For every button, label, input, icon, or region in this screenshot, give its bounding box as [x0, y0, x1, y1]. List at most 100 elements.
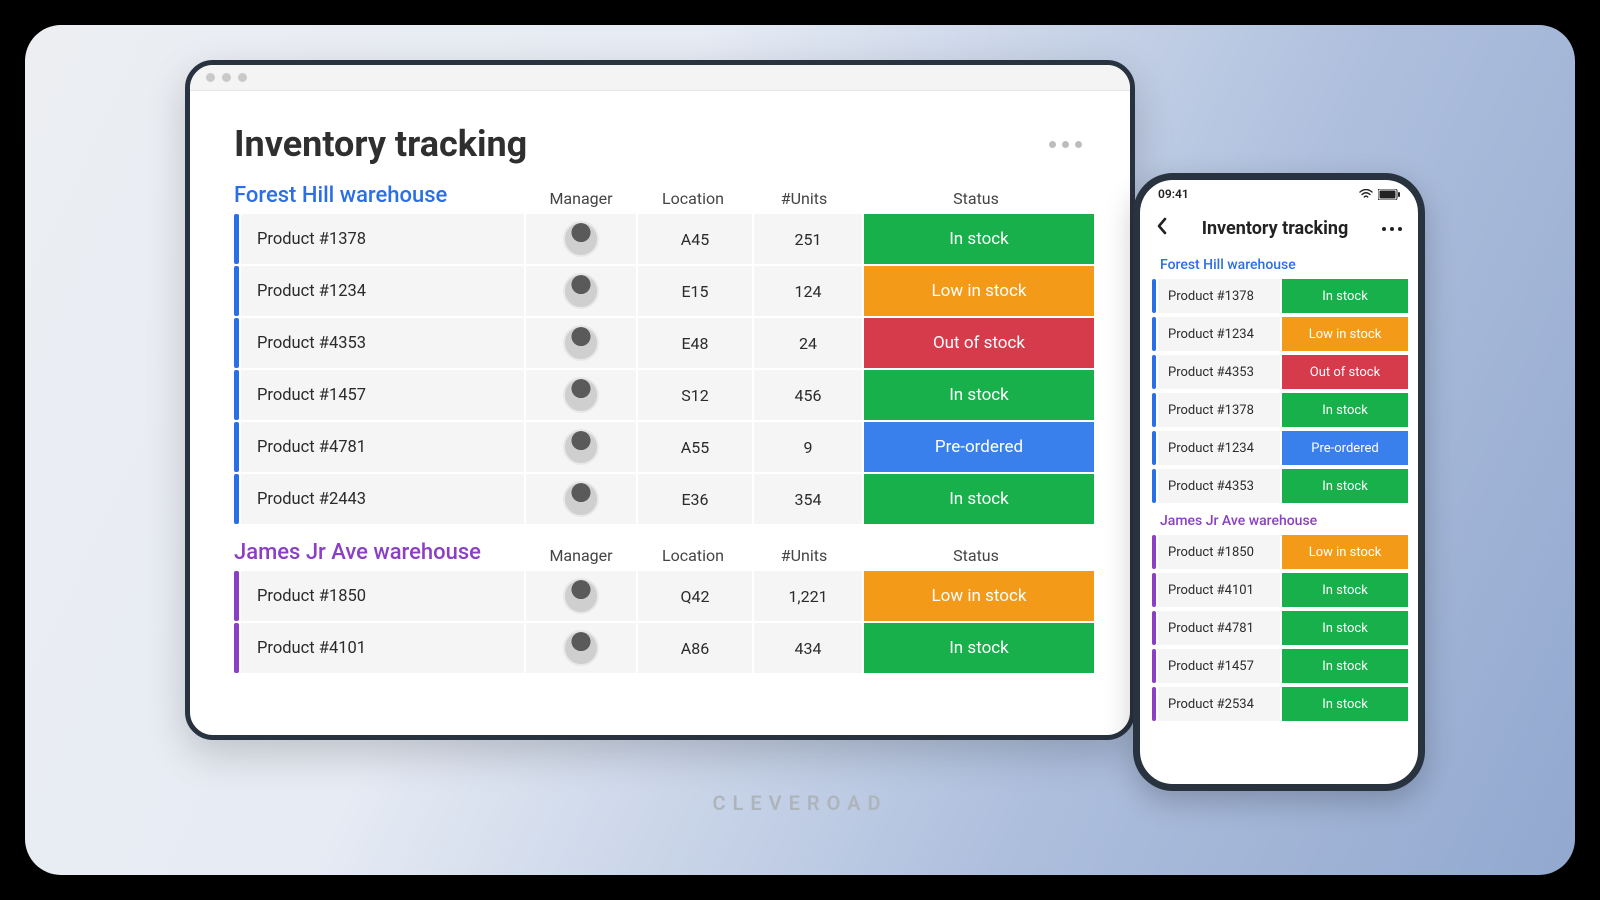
table-row[interactable]: Product #2443E36354In stock [234, 474, 1094, 524]
row-accent [1152, 279, 1156, 313]
product-name: Product #2534 [1158, 687, 1280, 721]
product-name: Product #1850 [1158, 535, 1280, 569]
manager-cell[interactable] [526, 214, 636, 264]
row-accent [234, 266, 239, 316]
status-badge: In stock [1282, 649, 1408, 683]
row-accent [234, 318, 239, 368]
section-title[interactable]: James Jr Ave warehouse [234, 540, 526, 565]
phone-section-title[interactable]: Forest Hill warehouse [1140, 251, 1418, 279]
phone-list-item[interactable]: Product #4353In stock [1152, 469, 1408, 503]
product-name: Product #1234 [1158, 317, 1280, 351]
phone-list-item[interactable]: Product #4353Out of stock [1152, 355, 1408, 389]
row-accent [1152, 687, 1156, 721]
table-row[interactable]: Product #4781A559Pre-ordered [234, 422, 1094, 472]
phone-section-title[interactable]: James Jr Ave warehouse [1140, 507, 1418, 535]
location-cell: E36 [638, 474, 752, 524]
row-accent [1152, 317, 1156, 351]
table-row[interactable]: Product #1234E15124Low in stock [234, 266, 1094, 316]
manager-cell[interactable] [526, 422, 636, 472]
phone-list-item[interactable]: Product #2534In stock [1152, 687, 1408, 721]
back-button[interactable] [1156, 216, 1168, 241]
manager-cell[interactable] [526, 474, 636, 524]
column-header-status: Status [858, 546, 1094, 565]
status-badge: In stock [864, 474, 1094, 524]
table-row[interactable]: Product #1457S12456In stock [234, 370, 1094, 420]
window-dot-close-icon[interactable] [206, 73, 215, 82]
row-accent [234, 214, 239, 264]
status-badge: In stock [1282, 611, 1408, 645]
more-menu-icon[interactable] [1049, 141, 1082, 148]
phone-list-item[interactable]: Product #4781In stock [1152, 611, 1408, 645]
status-badge: Low in stock [1282, 535, 1408, 569]
product-name: Product #1850 [241, 571, 524, 621]
location-cell: Q42 [638, 571, 752, 621]
row-accent [234, 370, 239, 420]
window-dot-min-icon[interactable] [222, 73, 231, 82]
phone-list-item[interactable]: Product #1378In stock [1152, 279, 1408, 313]
manager-cell[interactable] [526, 623, 636, 673]
status-badge: Pre-ordered [1282, 431, 1408, 465]
row-accent [1152, 573, 1156, 607]
window-dot-max-icon[interactable] [238, 73, 247, 82]
phone-list-item[interactable]: Product #1234Pre-ordered [1152, 431, 1408, 465]
phone-list-item[interactable]: Product #1234Low in stock [1152, 317, 1408, 351]
status-badge: Low in stock [1282, 317, 1408, 351]
table-row[interactable]: Product #4353E4824Out of stock [234, 318, 1094, 368]
location-cell: A86 [638, 623, 752, 673]
location-cell: E15 [638, 266, 752, 316]
location-cell: A55 [638, 422, 752, 472]
manager-cell[interactable] [526, 571, 636, 621]
status-badge: In stock [864, 370, 1094, 420]
table-row[interactable]: Product #1378A45251In stock [234, 214, 1094, 264]
manager-cell[interactable] [526, 370, 636, 420]
product-name: Product #1378 [1158, 279, 1280, 313]
avatar [563, 221, 599, 257]
wifi-icon [1359, 189, 1373, 199]
product-name: Product #1457 [241, 370, 524, 420]
product-name: Product #4353 [1158, 469, 1280, 503]
location-cell: A45 [638, 214, 752, 264]
units-cell: 251 [754, 214, 862, 264]
units-cell: 354 [754, 474, 862, 524]
phone-page-title: Inventory tracking [1202, 218, 1349, 239]
avatar [563, 273, 599, 309]
product-name: Product #4101 [1158, 573, 1280, 607]
phone-more-menu-icon[interactable] [1382, 227, 1402, 231]
units-cell: 1,221 [754, 571, 862, 621]
column-header-units: #Units [750, 189, 858, 208]
status-badge: In stock [1282, 469, 1408, 503]
status-badge: In stock [1282, 687, 1408, 721]
phone-list-item[interactable]: Product #1378In stock [1152, 393, 1408, 427]
product-name: Product #4353 [241, 318, 524, 368]
table-row[interactable]: Product #4101A86434In stock [234, 623, 1094, 673]
column-header-status: Status [858, 189, 1094, 208]
avatar [563, 578, 599, 614]
desktop-section-head: Forest Hill warehouseManagerLocation#Uni… [234, 183, 1094, 208]
manager-cell[interactable] [526, 318, 636, 368]
stage: Inventory tracking Forest Hill warehouse… [25, 25, 1575, 875]
product-name: Product #1378 [241, 214, 524, 264]
manager-cell[interactable] [526, 266, 636, 316]
product-name: Product #4781 [1158, 611, 1280, 645]
status-badge: In stock [1282, 573, 1408, 607]
status-badge: Out of stock [1282, 355, 1408, 389]
row-accent [1152, 355, 1156, 389]
phone-statusbar: 09:41 [1140, 180, 1418, 208]
row-accent [234, 422, 239, 472]
column-header-location: Location [636, 189, 750, 208]
phone-list-item[interactable]: Product #1850Low in stock [1152, 535, 1408, 569]
phone-device: 09:41 Inventory tracking Forest Hill war… [1133, 173, 1425, 791]
table-row[interactable]: Product #1850Q421,221Low in stock [234, 571, 1094, 621]
desktop-section-head: James Jr Ave warehouseManagerLocation#Un… [234, 540, 1094, 565]
units-cell: 124 [754, 266, 862, 316]
column-header-manager: Manager [526, 546, 636, 565]
phone-status-icons [1359, 189, 1400, 200]
section-title[interactable]: Forest Hill warehouse [234, 183, 526, 208]
row-accent [1152, 393, 1156, 427]
phone-list-item[interactable]: Product #1457In stock [1152, 649, 1408, 683]
product-name: Product #1234 [1158, 431, 1280, 465]
avatar [563, 481, 599, 517]
status-badge: Out of stock [864, 318, 1094, 368]
avatar [563, 429, 599, 465]
phone-list-item[interactable]: Product #4101In stock [1152, 573, 1408, 607]
